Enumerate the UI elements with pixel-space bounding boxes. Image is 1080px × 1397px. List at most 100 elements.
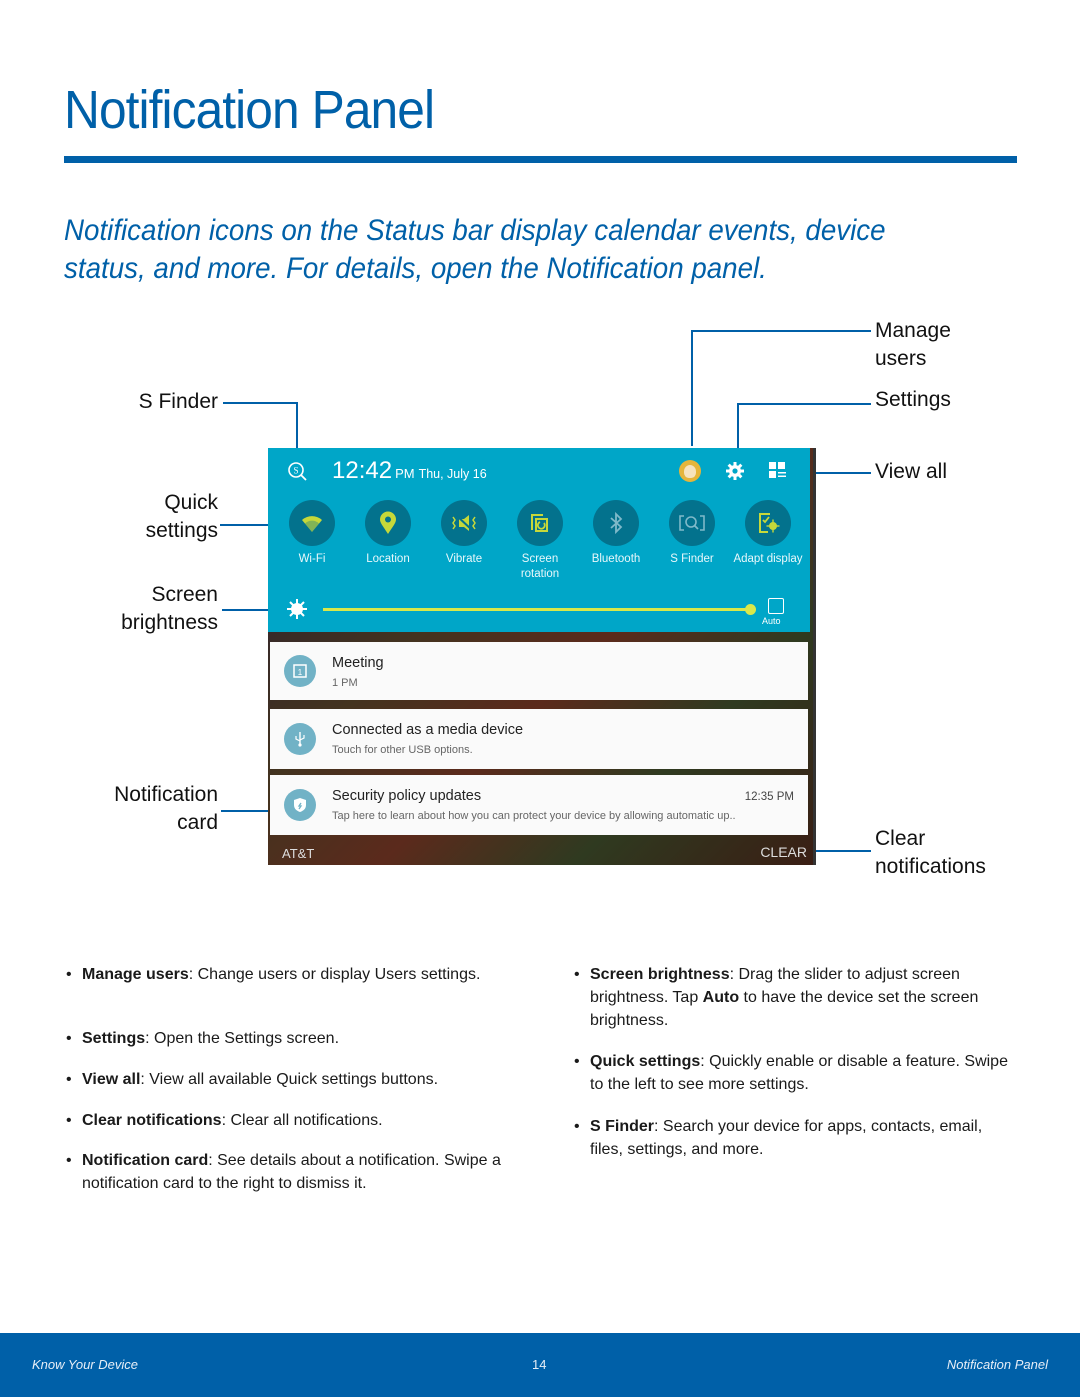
calendar-icon: 1 <box>284 655 316 687</box>
bullet-term: Clear notifications <box>82 1112 222 1129</box>
callout-line <box>220 524 270 526</box>
bullet-item: • S Finder: Search your device for apps, … <box>574 1115 1010 1161</box>
bullet-dot: • <box>66 1152 72 1169</box>
screen-rotation-icon <box>517 500 563 546</box>
auto-brightness-checkbox[interactable] <box>768 598 784 614</box>
svg-text:S: S <box>293 466 298 476</box>
bullet-term: Manage users <box>82 966 189 983</box>
bullet-term: Notification card <box>82 1152 209 1169</box>
callout-label: Settings <box>875 388 951 411</box>
callout-label: Clear <box>875 827 926 850</box>
page-title: Notification Panel <box>64 80 435 140</box>
bullet-item: • Manage users: Change users or display U… <box>66 963 522 986</box>
bullet-dot: • <box>66 1112 72 1129</box>
bullet-term: Settings <box>82 1030 146 1047</box>
bullet-text: : View all available Quick settings butt… <box>140 1071 439 1088</box>
notification-card[interactable]: Security policy updates 12:35 PM Tap her… <box>270 775 808 835</box>
quick-setting-label: Wi-Fi <box>298 553 326 565</box>
s-finder-icon <box>669 500 715 546</box>
notification-subtitle: Touch for other USB options. <box>332 744 473 756</box>
bullet-item: • Quick settings: Quickly enable or disab… <box>574 1050 1010 1096</box>
callout-settings: Settings <box>875 386 1015 414</box>
notification-card[interactable]: Connected as a media device Touch for ot… <box>270 709 808 769</box>
callout-quick-settings: Quick settings <box>80 489 218 545</box>
title-divider <box>64 156 1017 163</box>
notification-subtitle: Tap here to learn about how you can prot… <box>332 810 736 822</box>
callout-manage-users: Manage users <box>875 317 1015 373</box>
callout-label: brightness <box>121 611 218 634</box>
notification-title: Connected as a media device <box>332 722 524 738</box>
quick-setting-label: Location <box>366 553 410 565</box>
settings-gear-icon[interactable] <box>724 460 746 487</box>
callout-line <box>691 330 693 446</box>
bullet-dot: • <box>574 1118 580 1135</box>
callout-label: Quick <box>164 491 218 514</box>
bullet-text: : Open the Settings screen. <box>145 1030 340 1047</box>
callout-label: Screen <box>151 583 218 606</box>
notification-time: 12:35 PM <box>744 791 794 803</box>
bullet-text: : Clear all notifications. <box>221 1112 383 1129</box>
avatar-face <box>684 464 696 478</box>
s-finder-icon[interactable]: S <box>286 460 308 487</box>
wifi-icon <box>289 500 335 546</box>
brightness-slider-handle[interactable] <box>745 604 756 615</box>
callout-label: settings <box>145 519 218 542</box>
quick-setting-label: Adapt display <box>733 553 803 565</box>
bullet-dot: • <box>66 1071 72 1088</box>
view-all-grid-icon[interactable] <box>768 461 788 486</box>
callout-s-finder: S Finder <box>100 388 218 416</box>
quick-settings-area: S 12:42 PM Thu, July 16 Wi-Fi Location V… <box>268 448 810 632</box>
footer-page-number: 14 <box>532 1357 547 1372</box>
quick-setting-location[interactable]: Location <box>353 500 423 567</box>
bullet-text: : Change users or display Users settings… <box>188 966 481 983</box>
clear-notifications-button[interactable]: CLEAR <box>760 844 807 860</box>
bullet-item: • View all: View all available Quick sett… <box>66 1068 522 1091</box>
bullet-term: Quick settings <box>590 1053 701 1070</box>
callout-label: notifications <box>875 855 986 878</box>
brightness-sun-icon <box>286 598 308 625</box>
adapt-display-icon <box>745 500 791 546</box>
notification-title: Security policy updates <box>332 788 482 804</box>
callout-line <box>814 850 871 852</box>
clock-ampm: PM <box>395 466 415 481</box>
brightness-slider-track[interactable] <box>323 608 751 611</box>
bullet-item: • Notification card: See details about a … <box>66 1149 522 1195</box>
bullet-item: • Settings: Open the Settings screen. <box>66 1027 522 1050</box>
footer-section: Know Your Device <box>32 1357 138 1372</box>
bullet-dot: • <box>574 966 580 983</box>
notification-card[interactable]: 1 Meeting 1 PM <box>270 642 808 700</box>
bullet-dot: • <box>66 1030 72 1047</box>
quick-setting-adapt-display[interactable]: Adapt display <box>733 500 803 567</box>
notification-subtitle: 1 PM <box>332 677 358 689</box>
quick-setting-bluetooth[interactable]: Bluetooth <box>581 500 651 567</box>
bullet-item: • Clear notifications: Clear all notifica… <box>66 1109 522 1132</box>
bullet-term: S Finder <box>590 1118 655 1135</box>
bullet-term: Auto <box>702 989 740 1006</box>
location-pin-icon <box>365 500 411 546</box>
bluetooth-icon <box>593 500 639 546</box>
quick-setting-label: Vibrate <box>445 553 483 565</box>
callout-label: Notification <box>114 783 218 806</box>
quick-setting-label: Bluetooth <box>591 553 641 565</box>
notification-title: Meeting <box>332 655 384 671</box>
bullet-term: Screen brightness <box>590 966 730 983</box>
bullet-term: View all <box>82 1071 141 1088</box>
user-avatar-icon[interactable] <box>679 460 701 482</box>
intro-text: Notification icons on the Status bar dis… <box>64 214 886 285</box>
callout-line <box>737 403 871 405</box>
quick-setting-screen-rotation[interactable]: Screen rotation <box>505 500 575 582</box>
callout-notification-card: Notification card <box>60 781 218 837</box>
footer-chapter: Notification Panel <box>946 1357 1048 1372</box>
callout-label: View all <box>875 460 947 483</box>
clock-date: Thu, July 16 <box>418 467 487 481</box>
quick-setting-vibrate[interactable]: Vibrate <box>429 500 499 567</box>
quick-setting-wifi[interactable]: Wi-Fi <box>277 500 347 567</box>
bullet-item: • Screen brightness: Drag the slider to a… <box>574 963 1010 1032</box>
callout-line <box>691 330 871 332</box>
quick-setting-s-finder[interactable]: S Finder <box>657 500 727 567</box>
callout-line <box>223 402 297 404</box>
callout-label: S Finder <box>138 390 218 413</box>
carrier-label: AT&T <box>282 846 315 861</box>
callout-label: card <box>177 811 218 834</box>
bullet-dot: • <box>574 1053 580 1070</box>
